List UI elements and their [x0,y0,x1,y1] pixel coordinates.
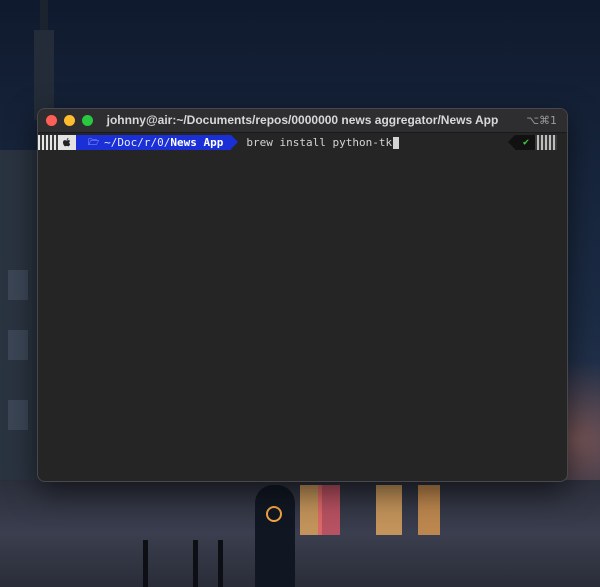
wallpaper-window [8,400,28,430]
wallpaper-pylon [218,540,223,587]
prompt-line: 🗁 ~/Doc/r/0/News App brew install python… [38,135,400,150]
path-current: News App [170,136,224,149]
wallpaper-shop-light [418,485,440,535]
prompt-dither-left [38,135,60,150]
wallpaper-pole-box [34,30,54,120]
path-prefix: ~/Doc/r/0/ [104,136,171,149]
wallpaper-shop-light [376,485,402,535]
title-bar[interactable]: johnny@air:~/Documents/repos/0000000 new… [38,109,567,133]
folder-icon: 🗁 [88,137,100,148]
wallpaper-shop-light [318,485,340,535]
wallpaper-figure [255,485,295,587]
prompt-os-segment [60,135,83,150]
prompt-dither-right [535,135,557,150]
text-cursor [393,136,400,149]
prompt-dir-segment: 🗁 ~/Doc/r/0/News App [76,135,239,150]
wallpaper-pylon [143,540,148,587]
wallpaper-figure-ring [266,506,282,522]
wallpaper-pylon [193,540,198,587]
wallpaper-window [8,270,28,300]
window-shortcut: ⌥⌘1 [526,114,557,127]
right-prompt: ✔ [507,135,557,150]
terminal-window[interactable]: johnny@air:~/Documents/repos/0000000 new… [37,108,568,482]
command-text: brew install python-tk [246,136,393,149]
status-segment: ✔ [507,135,535,150]
apple-icon [63,138,71,147]
wallpaper-window [8,330,28,360]
window-title: johnny@air:~/Documents/repos/0000000 new… [106,113,499,127]
checkmark-icon: ✔ [522,137,529,148]
